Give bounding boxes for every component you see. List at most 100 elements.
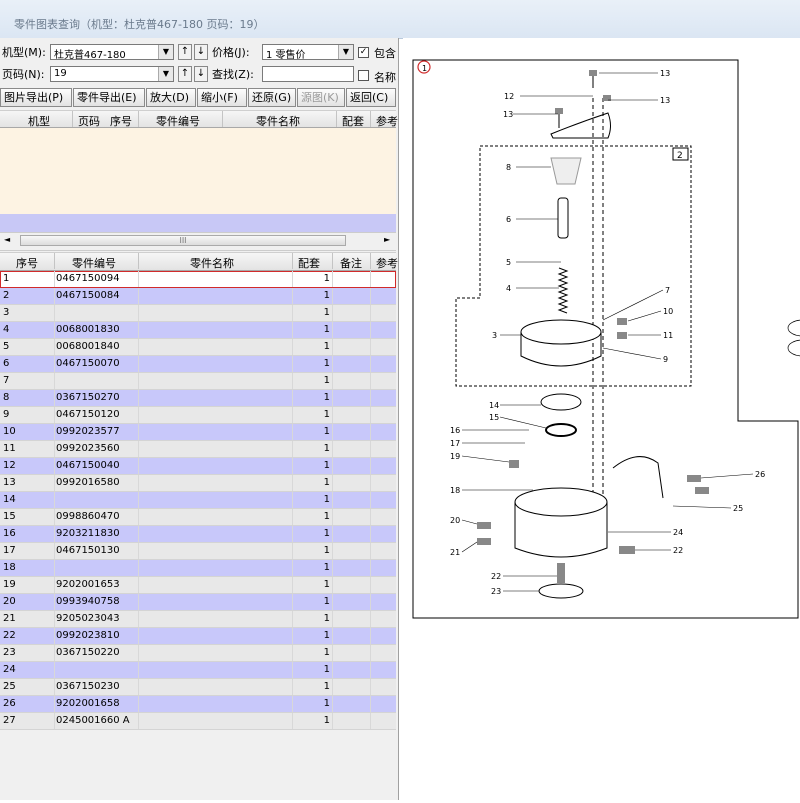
callout-label[interactable]: 12 (504, 92, 514, 101)
top-grid-body[interactable] (0, 128, 396, 214)
chevron-down-icon[interactable]: ▼ (338, 45, 353, 59)
callout-label[interactable]: 3 (492, 331, 497, 340)
page-prev-button[interactable]: ↑ (178, 66, 192, 82)
price-select[interactable]: 1 零售价 ▼ (262, 44, 354, 61)
table-row[interactable]: 5 0068001840 1 (0, 339, 396, 356)
table-row[interactable]: 21 9205023043 1 (0, 611, 396, 628)
callout-label[interactable]: 13 (503, 110, 513, 119)
table-row[interactable]: 71 (0, 373, 396, 390)
table-row[interactable]: 12 0467150040 1 (0, 458, 396, 475)
export-parts-button[interactable]: 零件导出(E) (73, 88, 145, 107)
table-row[interactable]: 4 0068001830 1 (0, 322, 396, 339)
table-row[interactable]: 13 0992016580 1 (0, 475, 396, 492)
callout-label[interactable]: 10 (663, 307, 673, 316)
col-header[interactable]: 零件名称 (190, 255, 234, 271)
table-cell: 0992016580 (56, 477, 120, 488)
table-row[interactable]: 17 0467150130 1 (0, 543, 396, 560)
chevron-down-icon[interactable]: ▼ (158, 45, 173, 59)
col-header[interactable]: 零件名称 (256, 113, 300, 129)
callout-label[interactable]: 16 (450, 426, 460, 435)
table-row[interactable]: 14 1 (0, 492, 396, 509)
table-row[interactable]: 27 0245001660 A 1 (0, 713, 396, 730)
table-row[interactable]: 1 0467150094 1 (0, 271, 396, 288)
table-row[interactable]: 16 9203211830 1 (0, 526, 396, 543)
callout-label[interactable]: 23 (491, 587, 501, 596)
col-header[interactable]: 参考 (376, 113, 398, 129)
export-image-button[interactable]: 图片导出(P) (0, 88, 72, 107)
table-row[interactable]: 6 0467150070 1 (0, 356, 396, 373)
model-next-button[interactable]: ↓ (194, 44, 208, 60)
callout-label[interactable]: 5 (506, 258, 511, 267)
callout-label[interactable]: 9 (663, 355, 668, 364)
callout-label[interactable]: 15 (489, 413, 499, 422)
scroll-thumb[interactable]: III (20, 235, 346, 246)
callout-label[interactable]: 4 (506, 284, 511, 293)
table-row[interactable]: 24 1 (0, 662, 396, 679)
scroll-left-icon[interactable]: ◄ (4, 235, 10, 244)
source-image-button[interactable]: 源图(K) (297, 88, 345, 107)
horizontal-scrollbar[interactable]: ◄ III ► (0, 232, 396, 251)
col-header[interactable]: 页码 (78, 113, 100, 129)
table-row[interactable]: 10 0992023577 1 (0, 424, 396, 441)
callout-label[interactable]: 17 (450, 439, 460, 448)
callout-label[interactable]: 21 (450, 548, 460, 557)
col-header[interactable]: 零件编号 (156, 113, 200, 129)
table-row[interactable]: 9 0467150120 1 (0, 407, 396, 424)
table-row[interactable]: 23 0367150220 1 (0, 645, 396, 662)
page-select[interactable]: 19 ▼ (50, 66, 174, 82)
col-header[interactable]: 零件编号 (72, 255, 116, 271)
callout-label[interactable]: 8 (506, 163, 511, 172)
chevron-down-icon[interactable]: ▼ (158, 67, 173, 81)
next-diagram-edge (787, 319, 800, 357)
callout-label[interactable]: 25 (733, 504, 743, 513)
model-select[interactable]: 杜克普467-180 ▼ (50, 44, 174, 61)
callout-label[interactable]: 24 (673, 528, 683, 537)
diagram-pane[interactable]: 1 2 13 12 13 13 8 6 5 4 7 10 11 3 9 14 1… (403, 38, 800, 800)
back-button[interactable]: 返回(C) (346, 88, 396, 107)
col-header[interactable]: 序号 (16, 255, 38, 271)
callout-label[interactable]: 11 (663, 331, 673, 340)
include-checkbox[interactable]: ✓ (358, 47, 369, 58)
model-prev-button[interactable]: ↑ (178, 44, 192, 60)
table-row[interactable]: 8 0367150270 1 (0, 390, 396, 407)
table-cell: 0467150040 (56, 460, 120, 471)
table-cell: 10 (3, 426, 16, 437)
callout-label[interactable]: 20 (450, 516, 460, 525)
table-row[interactable]: 15 0998860470 1 (0, 509, 396, 526)
restore-button[interactable]: 还原(G) (248, 88, 296, 107)
callout-label[interactable]: 7 (665, 286, 670, 295)
callout-label[interactable]: 13 (660, 69, 670, 78)
table-cell: 24 (3, 664, 16, 675)
callout-label[interactable]: 19 (450, 452, 460, 461)
search-input[interactable] (262, 66, 354, 82)
table-cell: 11 (3, 443, 16, 454)
table-row[interactable]: 11 0992023560 1 (0, 441, 396, 458)
col-header[interactable]: 机型 (28, 113, 50, 129)
callout-label[interactable]: 6 (506, 215, 511, 224)
callout-label[interactable]: 22 (491, 572, 501, 581)
table-row[interactable]: 31 (0, 305, 396, 322)
table-row[interactable]: 19 9202001653 1 (0, 577, 396, 594)
table-row[interactable]: 20 0993940758 1 (0, 594, 396, 611)
callout-label[interactable]: 22 (673, 546, 683, 555)
table-row[interactable]: 18 1 (0, 560, 396, 577)
table-row[interactable]: 25 0367150230 1 (0, 679, 396, 696)
col-header[interactable]: 序号 (110, 113, 132, 129)
callout-label[interactable]: 18 (450, 486, 460, 495)
table-cell: 1 (323, 494, 330, 505)
zoom-out-button[interactable]: 缩小(F) (197, 88, 247, 107)
scroll-right-icon[interactable]: ► (384, 235, 390, 244)
table-row[interactable]: 22 0992023810 1 (0, 628, 396, 645)
callout-label[interactable]: 13 (660, 96, 670, 105)
zoom-in-button[interactable]: 放大(D) (146, 88, 196, 107)
page-next-button[interactable]: ↓ (194, 66, 208, 82)
callout-label[interactable]: 14 (489, 401, 499, 410)
col-header[interactable]: 配套 (298, 255, 320, 271)
col-header[interactable]: 配套 (342, 113, 364, 129)
callout-label[interactable]: 26 (755, 470, 765, 479)
col-header[interactable]: 参考 (376, 255, 398, 271)
col-header[interactable]: 备注 (340, 255, 362, 271)
table-row[interactable]: 26 9202001658 1 (0, 696, 396, 713)
name-checkbox[interactable] (358, 70, 369, 81)
table-row[interactable]: 2 0467150084 1 (0, 288, 396, 305)
